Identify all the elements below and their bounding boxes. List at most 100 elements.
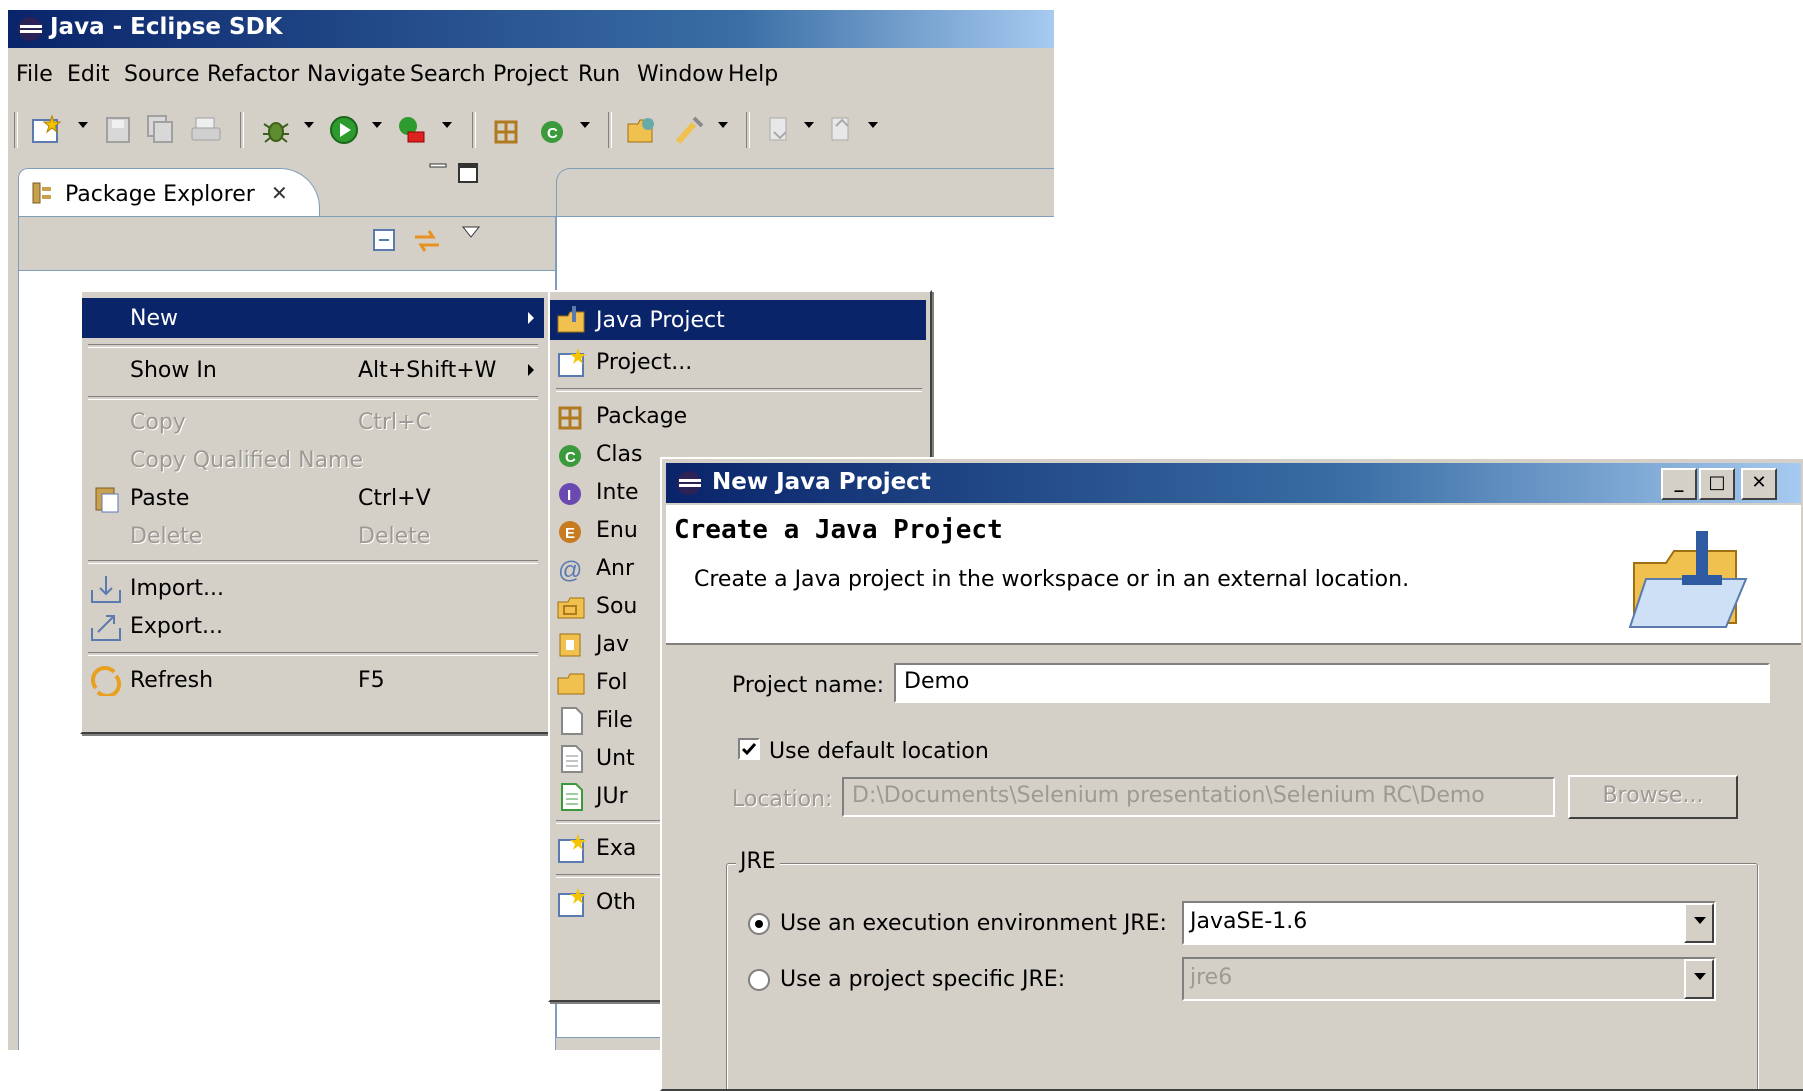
- junit-icon: [561, 783, 583, 811]
- menu-window[interactable]: Window: [637, 62, 724, 87]
- close-icon[interactable]: ✕: [271, 181, 288, 205]
- menu-source[interactable]: Source: [124, 62, 200, 87]
- eclipse-title: Java - Eclipse SDK: [50, 14, 283, 40]
- search-icon[interactable]: [674, 114, 708, 146]
- package-explorer-tab[interactable]: Package Explorer ✕: [18, 168, 320, 217]
- package-explorer-tab-label: Package Explorer: [65, 182, 255, 207]
- submenu-item-package[interactable]: Package: [550, 396, 926, 436]
- collapse-all-icon[interactable]: [371, 227, 399, 255]
- menu-edit[interactable]: Edit: [67, 62, 110, 87]
- context-menu-item-label: Paste: [130, 486, 190, 511]
- submenu-item-label: Enu: [596, 518, 638, 543]
- context-menu-item-refresh[interactable]: Refresh F5: [82, 660, 544, 700]
- execution-environment-jre-value: JavaSE-1.6: [1190, 909, 1308, 934]
- eclipse-logo-icon: [18, 17, 42, 41]
- context-menu-item-shortcut: F5: [358, 668, 385, 693]
- menu-search[interactable]: Search: [410, 62, 486, 87]
- menu-run[interactable]: Run: [578, 62, 620, 87]
- context-menu-item-delete[interactable]: Delete Delete: [82, 516, 544, 556]
- context-menu-item-new[interactable]: New: [82, 298, 544, 338]
- run-icon[interactable]: [328, 114, 360, 146]
- submenu-item-label: Unt: [596, 746, 635, 771]
- execution-environment-jre-radio[interactable]: [748, 913, 770, 935]
- view-menu-chevron-down-icon[interactable]: [459, 223, 483, 241]
- toolbar-separator: [240, 112, 244, 148]
- external-tools-dropdown-arrow-icon[interactable]: [442, 122, 452, 128]
- toolbar-separator: [746, 112, 750, 148]
- class-icon: C: [559, 445, 581, 467]
- project-specific-jre-select[interactable]: jre6: [1182, 957, 1716, 1001]
- next-annotation-icon[interactable]: [764, 114, 794, 146]
- next-annotation-dropdown-arrow-icon[interactable]: [804, 122, 814, 128]
- chevron-down-icon[interactable]: [1684, 959, 1714, 999]
- execution-environment-jre-select[interactable]: JavaSE-1.6: [1182, 901, 1716, 945]
- context-menu-item-paste[interactable]: Paste Ctrl+V: [82, 478, 544, 518]
- maximize-view-icon[interactable]: [456, 160, 482, 186]
- project-specific-jre-radio[interactable]: [748, 969, 770, 991]
- previous-annotation-icon[interactable]: [826, 114, 856, 146]
- location-field[interactable]: D:\Documents\Selenium presentation\Selen…: [842, 777, 1555, 817]
- context-menu-item-label: Export...: [130, 614, 223, 639]
- file-icon: [561, 707, 583, 735]
- new-wizard-icon[interactable]: [30, 114, 64, 146]
- new-class-dropdown-arrow-icon[interactable]: [580, 122, 590, 128]
- use-default-location-checkbox[interactable]: [738, 738, 760, 760]
- save-icon[interactable]: [104, 114, 134, 146]
- new-class-icon[interactable]: C: [538, 114, 570, 146]
- context-menu-item-label: New: [130, 306, 178, 331]
- example-icon: [558, 834, 586, 863]
- menu-file[interactable]: File: [16, 62, 53, 87]
- context-menu-item-copy[interactable]: Copy Ctrl+C: [82, 402, 544, 442]
- dialog-heading: Create a Java Project: [674, 515, 1003, 545]
- close-button[interactable]: ✕: [1741, 468, 1777, 500]
- submenu-item-project[interactable]: Project...: [550, 342, 926, 382]
- refresh-icon: [90, 666, 122, 696]
- submenu-item-label: JUr: [596, 784, 628, 809]
- menu-navigate[interactable]: Navigate: [307, 62, 406, 87]
- minimize-view-icon[interactable]: [426, 160, 452, 180]
- open-type-icon[interactable]: [626, 114, 660, 146]
- search-dropdown-arrow-icon[interactable]: [718, 122, 728, 128]
- context-menu-item-import[interactable]: Import...: [82, 568, 544, 608]
- debug-icon[interactable]: [260, 114, 292, 146]
- menu-separator: [88, 396, 538, 400]
- new-package-icon[interactable]: [492, 114, 524, 146]
- submenu-item-java-project[interactable]: Java Project: [550, 300, 926, 340]
- context-menu-item-shortcut: Ctrl+C: [358, 410, 431, 435]
- menu-refactor[interactable]: Refactor: [207, 62, 299, 87]
- browse-button[interactable]: Browse...: [1568, 775, 1738, 819]
- radio-selected-dot: [755, 920, 763, 928]
- checkmark-icon: [741, 743, 757, 756]
- save-all-icon[interactable]: [146, 114, 176, 146]
- package-explorer-icon: [32, 182, 51, 204]
- external-tools-icon[interactable]: [396, 114, 428, 146]
- project-icon: [558, 348, 586, 377]
- chevron-down-icon[interactable]: [1684, 903, 1714, 943]
- context-menu-item-export[interactable]: Export...: [82, 606, 544, 646]
- import-icon: [91, 576, 121, 603]
- menu-bar: File Edit Source Refactor Navigate Searc…: [8, 50, 1054, 98]
- context-menu-item-label: Delete: [130, 524, 203, 549]
- debug-dropdown-arrow-icon[interactable]: [304, 122, 314, 128]
- project-name-field[interactable]: Demo: [894, 663, 1770, 703]
- context-menu-item-show-in[interactable]: Show In Alt+Shift+W: [82, 350, 544, 390]
- previous-annotation-dropdown-arrow-icon[interactable]: [868, 122, 878, 128]
- eclipse-title-bar: Java - Eclipse SDK: [8, 10, 1054, 48]
- context-menu-item-label: Refresh: [130, 668, 214, 693]
- svg-text:E: E: [565, 525, 575, 542]
- untitled-file-icon: [561, 745, 583, 773]
- context-menu-item-shortcut: Ctrl+V: [358, 486, 431, 511]
- context-menu-item-copy-qualified-name[interactable]: Copy Qualified Name: [82, 440, 544, 480]
- new-dropdown-arrow-icon[interactable]: [78, 122, 88, 128]
- print-icon[interactable]: [190, 114, 222, 146]
- maximize-button[interactable]: □: [1699, 468, 1735, 500]
- menu-project[interactable]: Project: [493, 62, 568, 87]
- menu-separator: [88, 652, 538, 656]
- project-specific-jre-label: Use a project specific JRE:: [780, 967, 1066, 992]
- run-dropdown-arrow-icon[interactable]: [372, 122, 382, 128]
- menu-help[interactable]: Help: [728, 62, 778, 87]
- submenu-item-label: Oth: [596, 890, 636, 915]
- link-with-editor-icon[interactable]: [411, 225, 443, 257]
- minimize-button[interactable]: _: [1661, 468, 1697, 500]
- submenu-item-label: Sou: [596, 594, 638, 619]
